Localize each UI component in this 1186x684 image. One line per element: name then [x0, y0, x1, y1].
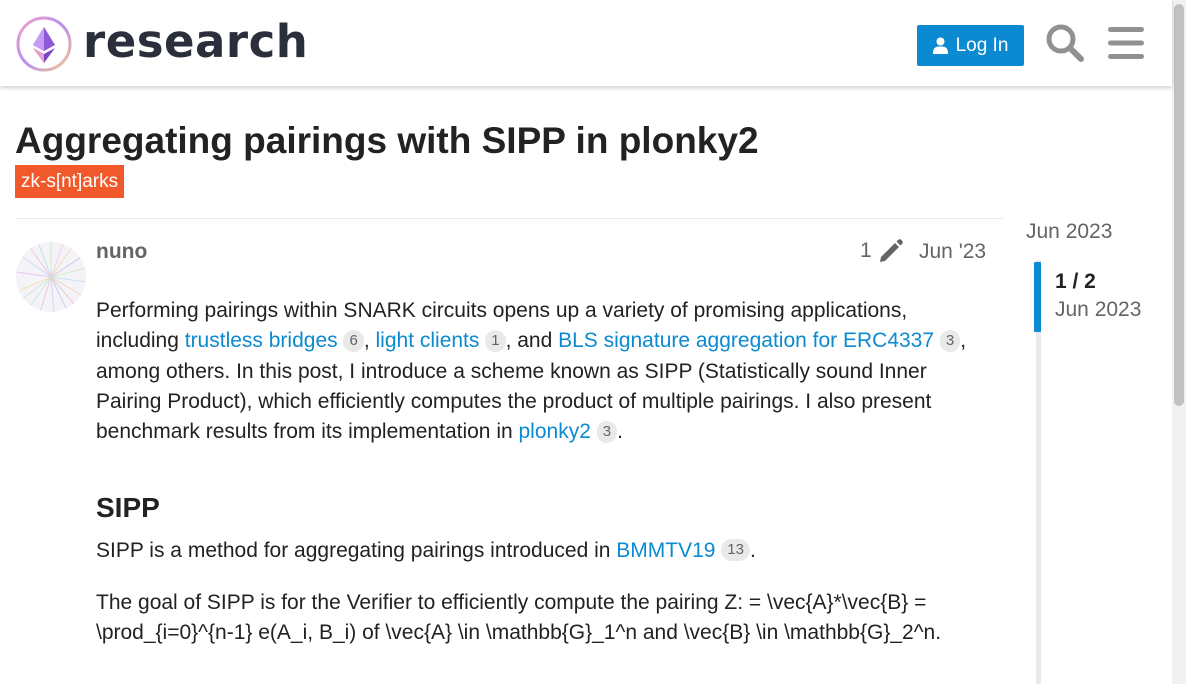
scrollbar-thumb[interactable]: [1174, 4, 1184, 406]
edit-history-button[interactable]: 1: [860, 239, 904, 263]
site-logo[interactable]: research: [15, 15, 308, 73]
topic-tag[interactable]: zk-s[nt]arks: [15, 165, 125, 198]
post-username[interactable]: nuno: [96, 240, 147, 264]
post-body: Performing pairings within SNARK circuit…: [96, 296, 991, 649]
text: .: [617, 420, 623, 444]
link-click-count-badge: 3: [596, 420, 618, 443]
link-click-count-badge: 13: [721, 539, 750, 562]
login-label: Log In: [955, 34, 1009, 56]
section-heading: SIPP: [96, 492, 160, 524]
topic-title[interactable]: Aggregating pairings with SIPP in plonky…: [15, 118, 759, 164]
menu-button[interactable]: [1104, 21, 1148, 65]
site-header: research Log In: [0, 0, 1172, 86]
text: SIPP is a method for aggregating pairing…: [96, 538, 617, 562]
post-paragraph: SIPP is a method for aggregating pairing…: [96, 536, 991, 566]
avatar[interactable]: [16, 242, 86, 312]
post-date[interactable]: Jun '23: [919, 240, 986, 264]
post-paragraph: The goal of SIPP is for the Verifier to …: [96, 591, 942, 645]
edit-count: 1: [860, 239, 872, 262]
text: , and: [505, 329, 559, 353]
timeline-scroll-handle[interactable]: [1034, 262, 1041, 332]
link-light-clients[interactable]: light clients: [376, 329, 480, 352]
page-scrollbar[interactable]: [1172, 0, 1186, 684]
link-trustless-bridges[interactable]: trustless bridges: [185, 329, 338, 352]
timeline-start-date[interactable]: Jun 2023: [1026, 220, 1112, 244]
divider: [15, 218, 1003, 219]
timeline-position: 1 / 2: [1055, 270, 1096, 293]
search-button[interactable]: [1043, 21, 1087, 65]
text: ,: [363, 329, 376, 353]
timeline-current-date: Jun 2023: [1055, 298, 1142, 321]
ethereum-logo-icon: [16, 16, 72, 72]
user-icon: [932, 37, 948, 54]
avatar-image: [16, 242, 86, 312]
link-bmmtv19[interactable]: BMMTV19: [616, 539, 715, 562]
link-plonky2[interactable]: plonky2: [519, 420, 591, 443]
hamburger-menu-icon: [1108, 27, 1144, 59]
post-paragraph: Performing pairings within SNARK circuit…: [96, 296, 991, 447]
login-button[interactable]: Log In: [917, 25, 1024, 66]
text: .: [749, 538, 756, 562]
logo-text: research: [83, 14, 309, 68]
link-click-count-badge: 6: [343, 329, 364, 352]
search-icon: [1046, 24, 1084, 62]
pencil-icon: [879, 239, 903, 262]
link-bls-signature-aggregation[interactable]: BLS signature aggregation for ERC4337: [558, 329, 934, 352]
link-click-count-badge: 3: [939, 329, 961, 352]
link-click-count-badge: 1: [485, 329, 506, 352]
